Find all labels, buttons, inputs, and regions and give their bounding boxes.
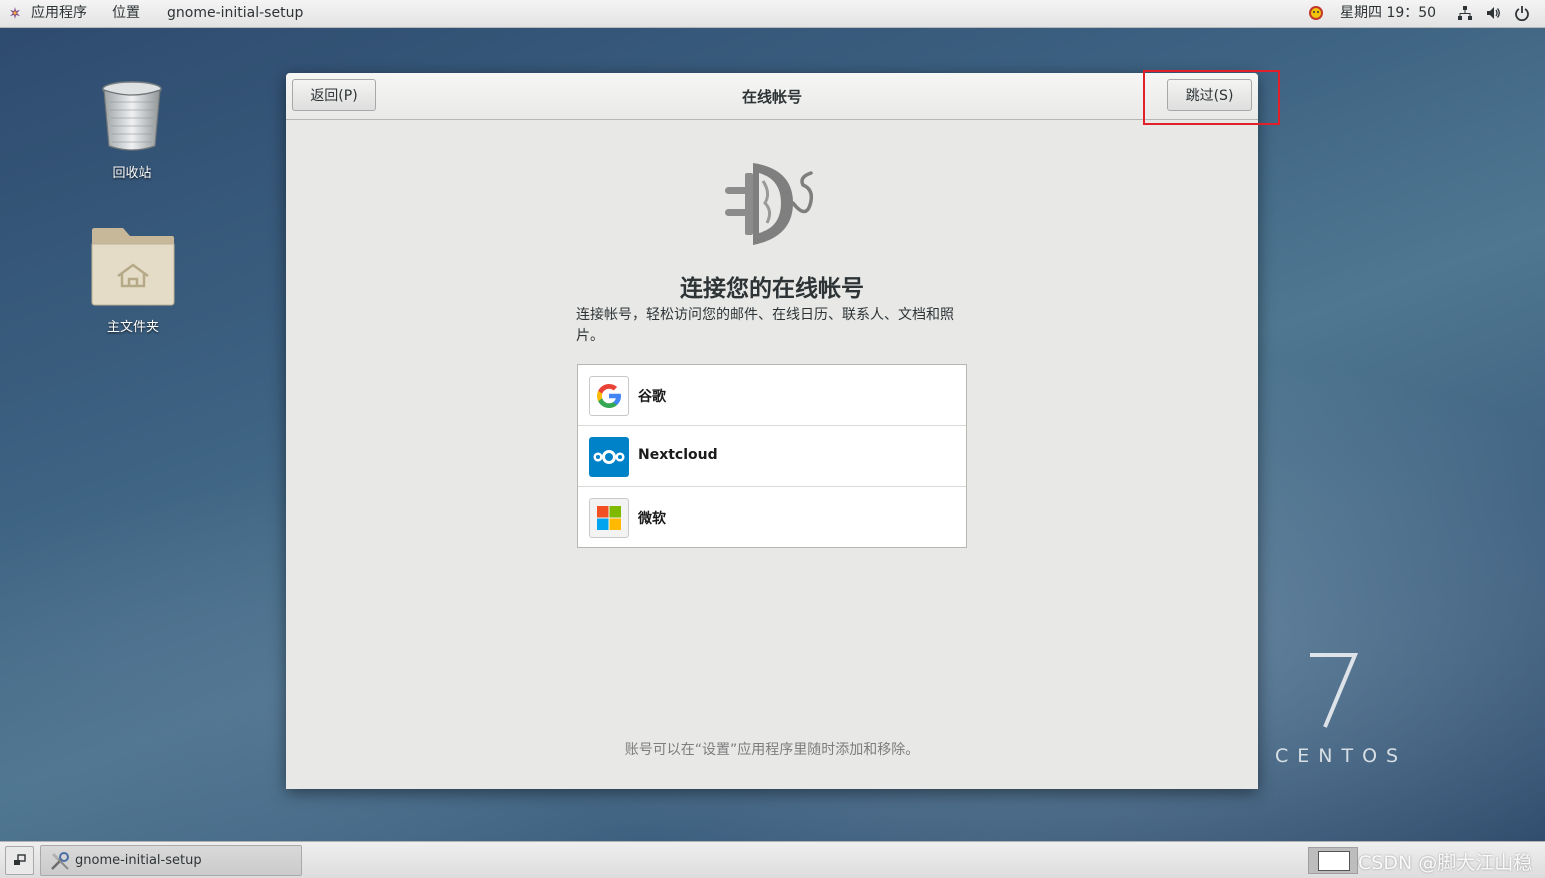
provider-row-nextcloud[interactable]: Nextcloud: [578, 426, 966, 487]
google-icon: [589, 376, 629, 416]
home-folder-desktop-icon[interactable]: 主文件夹: [88, 224, 178, 335]
show-desktop-button[interactable]: [5, 846, 34, 875]
home-folder-label: 主文件夹: [106, 320, 159, 335]
power-icon[interactable]: [1514, 5, 1530, 22]
top-panel: 应用程序 位置 gnome-initial-setup 星期四 19：50: [0, 0, 1545, 28]
centos-version-mark: [1310, 653, 1358, 728]
section-heading: 连接您的在线帐号: [680, 276, 864, 302]
online-accounts-icon: [725, 163, 814, 245]
applications-menu[interactable]: 应用程序: [31, 4, 87, 22]
headerbar: 返回(P) 在线帐号 跳过(S): [286, 73, 1258, 120]
initial-setup-window: 返回(P) 在线帐号 跳过(S) 连接您的在线帐号 连接帐号，轻松访问您的邮件、…: [286, 73, 1258, 789]
provider-row-microsoft[interactable]: 微软: [578, 487, 966, 548]
folder-home-icon: [91, 228, 175, 306]
volume-icon[interactable]: [1485, 5, 1501, 21]
footer-note: 账号可以在“设置”应用程序里随时添加和移除。: [624, 742, 920, 758]
taskbar-window-label: gnome-initial-setup: [75, 853, 202, 868]
places-menu[interactable]: 位置: [112, 4, 140, 22]
annotation-highlight-box: [1143, 70, 1280, 125]
network-icon[interactable]: [1457, 5, 1473, 21]
provider-name: 谷歌: [638, 389, 666, 405]
trash-desktop-icon[interactable]: 回收站: [92, 80, 172, 181]
centos-wordmark: CENTOS: [1275, 745, 1408, 767]
watermark: CSDN @脚大江山稳: [1358, 852, 1533, 874]
section-description: 连接帐号，轻松访问您的邮件、在线日历、联系人、文档和照片。: [576, 307, 954, 344]
taskbar-window-button[interactable]: gnome-initial-setup: [40, 845, 302, 876]
clock[interactable]: 星期四 19：50: [1340, 4, 1436, 22]
microsoft-icon: [589, 498, 629, 538]
nextcloud-icon: [589, 437, 629, 477]
input-method-icon[interactable]: [1308, 5, 1324, 21]
trash-label: 回收站: [112, 166, 152, 181]
provider-name: Nextcloud: [638, 447, 718, 463]
provider-name: 微软: [638, 511, 666, 527]
workspace-1[interactable]: [1318, 851, 1350, 871]
applications-menu-icon[interactable]: [8, 6, 22, 20]
trash-icon: [102, 81, 162, 151]
provider-list: 谷歌 Nextcloud 微软: [577, 364, 967, 548]
workspace-switcher[interactable]: [1308, 847, 1358, 874]
provider-row-google[interactable]: 谷歌: [578, 365, 966, 426]
active-app-menu[interactable]: gnome-initial-setup: [167, 4, 303, 22]
bottom-panel: gnome-initial-setup CSDN @脚大江山稳: [0, 841, 1545, 878]
page-title: 在线帐号: [741, 88, 802, 106]
show-desktop-icon: [14, 854, 26, 865]
settings-tools-icon: [51, 852, 69, 870]
